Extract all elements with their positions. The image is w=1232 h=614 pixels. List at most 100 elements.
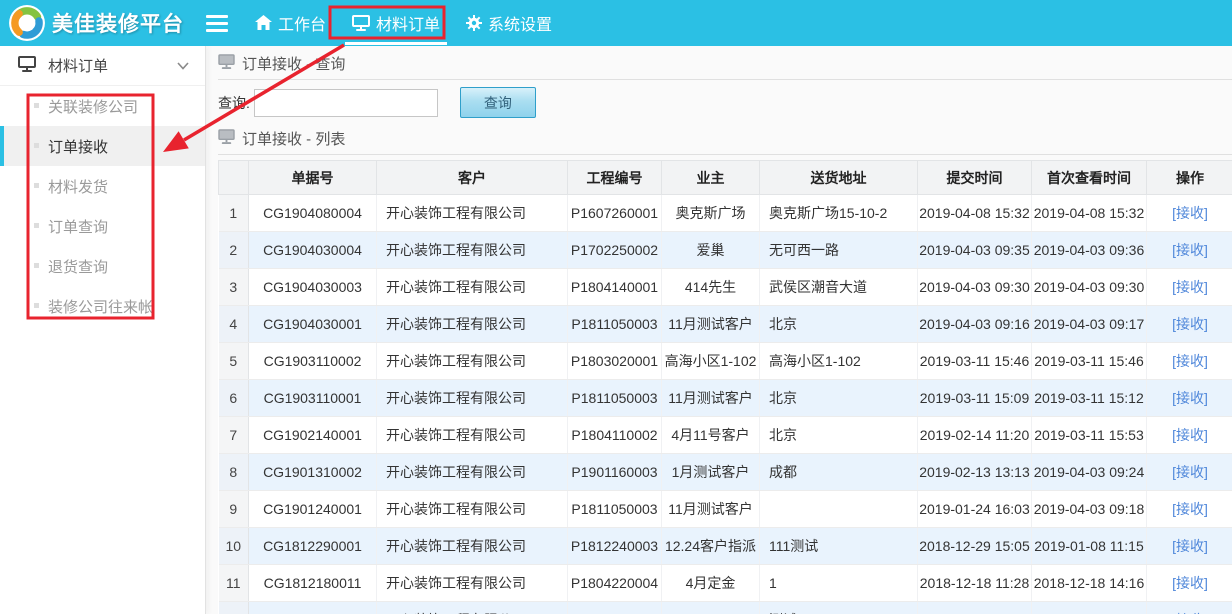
list-section-title: 订单接收 - 列表	[242, 128, 345, 149]
order-no-cell: CG1901310002	[249, 454, 377, 491]
address-cell: 奥克斯广场15-10-2	[760, 195, 918, 232]
first-view-time-cell: 2019-04-03 09:30	[1032, 269, 1147, 306]
project-no-cell: P1811050003	[568, 491, 662, 528]
table-row: 3 CG1904030003 开心装饰工程有限公司 P1804140001 41…	[219, 269, 1232, 306]
order-no-cell: CG1903110002	[249, 343, 377, 380]
order-no-cell: CG1902140001	[249, 417, 377, 454]
first-view-time-cell: 2019-04-03 09:24	[1032, 454, 1147, 491]
sidebar-parent-material-orders[interactable]: 材料订单	[0, 46, 205, 86]
bullet-icon	[34, 223, 39, 228]
address-cell: 北京	[760, 380, 918, 417]
sidebar-item-company-accounts[interactable]: 装修公司往来帐	[0, 286, 205, 326]
sidebar-item-order-receive[interactable]: 订单接收	[0, 126, 205, 166]
sidebar-item-label: 订单接收	[48, 136, 108, 157]
sidebar-item-label: 关联装修公司	[48, 96, 138, 117]
submit-time-cell: 2019-04-03 09:30	[918, 269, 1032, 306]
first-view-time-cell: 2019-03-11 15:46	[1032, 343, 1147, 380]
topbar: 美佳装修平台 工作台 材料订单	[0, 0, 1232, 46]
order-no-cell: CG1904030003	[249, 269, 377, 306]
table-row: 1 CG1904080004 开心装饰工程有限公司 P1607260001 奥克…	[219, 195, 1232, 232]
gear-icon	[466, 15, 482, 31]
column-header-owner: 业主	[662, 161, 760, 195]
sidebar-parent-label: 材料订单	[48, 55, 108, 76]
first-view-time-cell: 2019-04-03 09:18	[1032, 491, 1147, 528]
receive-link[interactable]: [接收]	[1172, 205, 1208, 221]
address-cell: 武侯区潮音大道	[760, 269, 918, 306]
row-index-cell: 6	[219, 380, 249, 417]
query-input[interactable]	[254, 89, 438, 117]
active-nav-underline	[345, 42, 447, 45]
customer-cell: 开心装饰工程有限公司	[377, 232, 568, 269]
owner-cell: 爱巢	[662, 232, 760, 269]
first-view-time-cell: 2019-03-11 15:53	[1032, 417, 1147, 454]
project-no-cell: P1804220004	[568, 565, 662, 602]
action-cell: [接收]	[1147, 565, 1232, 602]
divider	[218, 79, 1232, 80]
sidebar-item-material-dispatch[interactable]: 材料发货	[0, 166, 205, 206]
table-row: 11 CG1812180011 开心装饰工程有限公司 P1804220004 4…	[219, 565, 1232, 602]
action-cell: [接收]	[1147, 269, 1232, 306]
receive-link[interactable]: [接收]	[1172, 242, 1208, 258]
sidebar-item-return-query[interactable]: 退货查询	[0, 246, 205, 286]
action-cell: [接收]	[1147, 528, 1232, 565]
customer-cell: 开心装饰工程有限公司	[377, 269, 568, 306]
first-view-time-cell: 2019-04-08 15:32	[1032, 195, 1147, 232]
receive-link[interactable]: [接收]	[1172, 538, 1208, 554]
receive-link[interactable]: [接收]	[1172, 316, 1208, 332]
row-index-cell: 4	[219, 306, 249, 343]
sidebar-item-order-query[interactable]: 订单查询	[0, 206, 205, 246]
project-no-cell: P1811050003	[568, 380, 662, 417]
customer-cell: 开心装饰工程有限公司	[377, 417, 568, 454]
customer-cell: 开心装饰工程有限公司	[377, 454, 568, 491]
receive-link[interactable]: [接收]	[1172, 575, 1208, 591]
nav-workbench[interactable]: 工作台	[242, 0, 339, 46]
action-cell: [接收]	[1147, 417, 1232, 454]
project-no-cell: P1811050003	[568, 306, 662, 343]
order-no-cell: CG1904030004	[249, 232, 377, 269]
owner-cell: cs	[662, 602, 760, 614]
sidebar-item-label: 材料发货	[48, 176, 108, 197]
orders-table-body: 1 CG1904080004 开心装饰工程有限公司 P1607260001 奥克…	[219, 195, 1232, 614]
address-cell: 1	[760, 565, 918, 602]
submit-time-cell: 2019-04-03 09:16	[918, 306, 1032, 343]
first-view-time-cell: 2019-04-03 09:36	[1032, 232, 1147, 269]
row-index-cell: 8	[219, 454, 249, 491]
owner-cell: 11月测试客户	[662, 491, 760, 528]
list-section-header: 订单接收 - 列表	[218, 128, 1232, 149]
receive-link[interactable]: [接收]	[1172, 464, 1208, 480]
row-index-cell: 5	[219, 343, 249, 380]
order-no-cell: CG1904030001	[249, 306, 377, 343]
sidebar-item-label: 订单查询	[48, 216, 108, 237]
nav-system-settings[interactable]: 系统设置	[453, 0, 565, 46]
owner-cell: 414先生	[662, 269, 760, 306]
receive-link[interactable]: [接收]	[1172, 279, 1208, 295]
owner-cell: 11月测试客户	[662, 380, 760, 417]
receive-link[interactable]: [接收]	[1172, 353, 1208, 369]
receive-link[interactable]: [接收]	[1172, 390, 1208, 406]
query-form: 查询: 查询	[218, 87, 1232, 118]
nav-workbench-label: 工作台	[278, 11, 326, 35]
address-cell: 111测试	[760, 528, 918, 565]
menu-toggle-icon[interactable]	[206, 15, 228, 32]
submit-time-cell: 2019-03-11 15:46	[918, 343, 1032, 380]
order-no-cell: CG1901240001	[249, 491, 377, 528]
nav-material-orders[interactable]: 材料订单	[339, 0, 453, 46]
project-no-cell: P1812070005	[568, 602, 662, 614]
submit-time-cell: 2018-12-18 11:28	[918, 565, 1032, 602]
customer-cell: 开心装饰工程有限公司	[377, 491, 568, 528]
owner-cell: 4月定金	[662, 565, 760, 602]
receive-link[interactable]: [接收]	[1172, 501, 1208, 517]
project-no-cell: P1901160003	[568, 454, 662, 491]
query-button[interactable]: 查询	[460, 87, 536, 118]
receive-link[interactable]: [接收]	[1172, 427, 1208, 443]
sidebar-item-linked-companies[interactable]: 关联装修公司	[0, 86, 205, 126]
action-cell: [接收]	[1147, 454, 1232, 491]
column-header-first-view-time: 首次查看时间	[1032, 161, 1147, 195]
order-no-cell: CG1903110001	[249, 380, 377, 417]
main-content: 订单接收 - 查询 查询: 查询 订单接收 - 列表 单据号 客户 工程编号 业…	[206, 46, 1232, 614]
submit-time-cell: 2019-02-14 11:20	[918, 417, 1032, 454]
bullet-icon	[34, 143, 39, 148]
submit-time-cell: 2019-03-11 15:09	[918, 380, 1032, 417]
table-row: 4 CG1904030001 开心装饰工程有限公司 P1811050003 11…	[219, 306, 1232, 343]
brand-title: 美佳装修平台	[52, 8, 184, 38]
